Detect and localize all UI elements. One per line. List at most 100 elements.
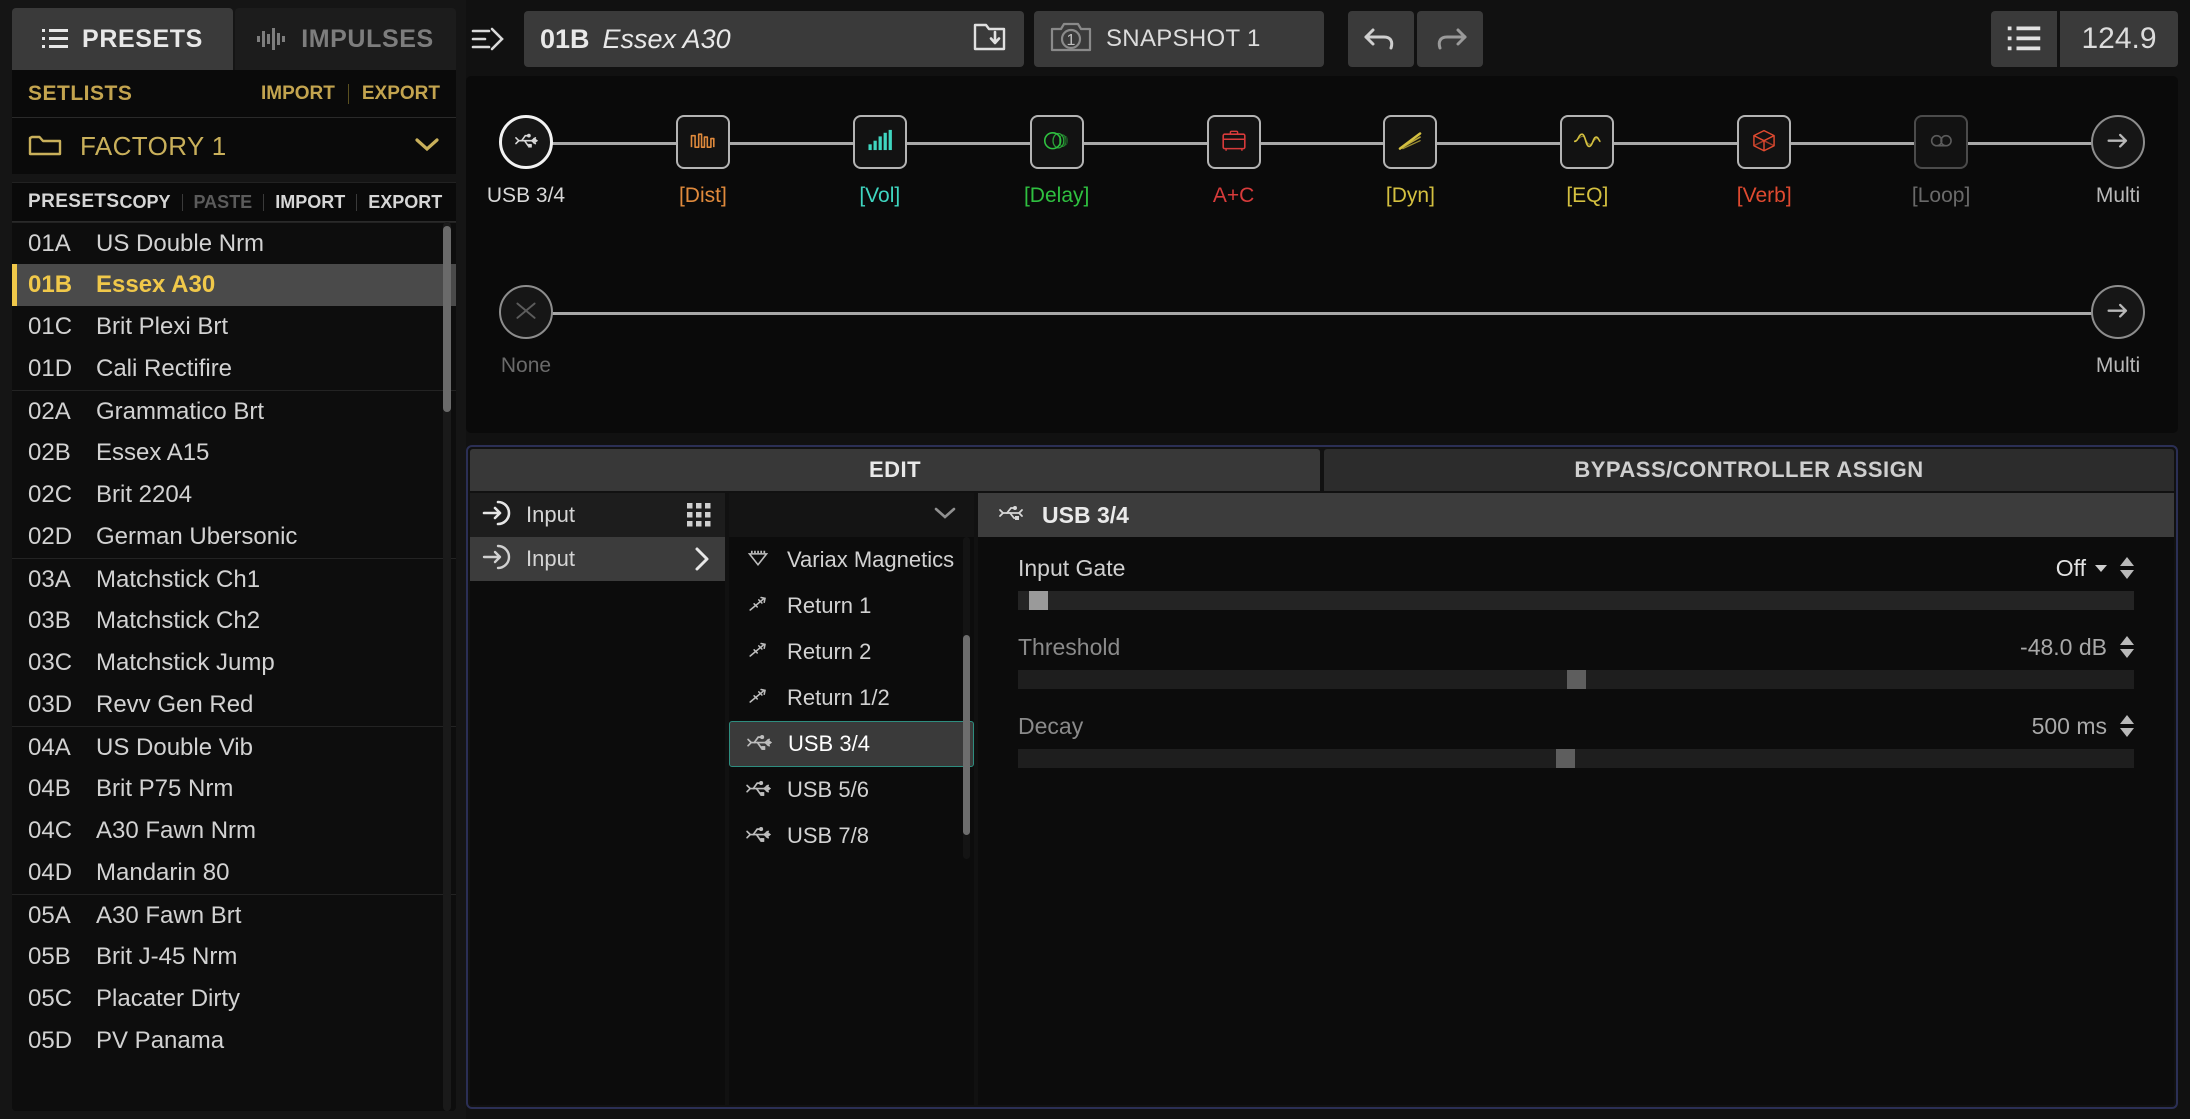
menu-item-usb-7-8[interactable]: USB 7/8 <box>729 813 974 859</box>
save-preset-icon[interactable] <box>972 20 1008 59</box>
volume-icon[interactable] <box>853 115 907 169</box>
preset-row[interactable]: 05DPV Panama <box>12 1020 456 1062</box>
preset-row[interactable]: 03BMatchstick Ch2 <box>12 600 456 642</box>
amp-cab-icon[interactable] <box>1207 115 1261 169</box>
parameter-slider[interactable] <box>1018 749 2134 768</box>
grid-icon[interactable] <box>687 503 711 527</box>
preset-scrollbar-thumb[interactable] <box>443 226 451 412</box>
output-arrow-icon[interactable] <box>2091 115 2145 169</box>
menu-item-return-2[interactable]: Return 2 <box>729 629 974 675</box>
flow-block-loop[interactable]: [Loop] <box>1881 96 2001 208</box>
preset-row[interactable]: 03CMatchstick Jump <box>12 642 456 684</box>
stepper-up-icon[interactable] <box>2120 557 2134 566</box>
preset-row[interactable]: 02CBrit 2204 <box>12 474 456 516</box>
tab-edit[interactable]: EDIT <box>470 449 1320 491</box>
flow-block-a-c[interactable]: A+C <box>1174 96 1294 208</box>
input-source-menu[interactable]: Variax MagneticsReturn 1Return 2Return 1… <box>729 493 974 1105</box>
presets-export-button[interactable]: EXPORT <box>368 192 442 213</box>
delay-icon[interactable] <box>1030 115 1084 169</box>
presets-paste-button[interactable]: PASTE <box>194 192 253 213</box>
redo-button[interactable] <box>1417 11 1483 67</box>
preset-row[interactable]: 05CPlacater Dirty <box>12 978 456 1020</box>
distortion-icon[interactable] <box>676 115 730 169</box>
chevron-right-icon[interactable] <box>693 545 711 573</box>
tab-bypass-controller-assign[interactable]: BYPASS/CONTROLLER ASSIGN <box>1324 449 2174 491</box>
presets-import-button[interactable]: IMPORT <box>275 192 345 213</box>
preset-row[interactable]: 05AA30 Fawn Brt <box>12 894 456 936</box>
parameter-slider[interactable] <box>1018 670 2134 689</box>
preset-row[interactable]: 03AMatchstick Ch1 <box>12 558 456 600</box>
setlists-export-button[interactable]: EXPORT <box>362 83 440 105</box>
preset-row[interactable]: 01CBrit Plexi Brt <box>12 306 456 348</box>
parameter-value[interactable]: -48.0 dB <box>2020 634 2107 661</box>
parameter-stepper[interactable] <box>2120 636 2134 658</box>
preset-row[interactable]: 04CA30 Fawn Nrm <box>12 810 456 852</box>
list-view-button[interactable] <box>1991 11 2057 67</box>
block-row-input-selected[interactable]: Input <box>470 537 725 581</box>
tab-impulses[interactable]: IMPULSES <box>235 8 456 70</box>
flow-block-vol[interactable]: [Vol] <box>820 96 940 208</box>
flow-block-verb[interactable]: [Verb] <box>1704 96 1824 208</box>
looper-icon[interactable] <box>1914 115 1968 169</box>
parameter-slider[interactable] <box>1018 591 2134 610</box>
preset-row[interactable]: 01AUS Double Nrm <box>12 222 456 264</box>
menu-item-usb-5-6[interactable]: USB 5/6 <box>729 767 974 813</box>
setlist-selector[interactable]: FACTORY 1 <box>12 118 456 174</box>
flow-block-delay[interactable]: [Delay] <box>997 96 1117 208</box>
flow-block-multi[interactable]: Multi <box>2058 266 2178 378</box>
flow-block-dist[interactable]: [Dist] <box>643 96 763 208</box>
preset-row[interactable]: 01DCali Rectifire <box>12 348 456 390</box>
dynamics-icon[interactable] <box>1383 115 1437 169</box>
preset-name-field[interactable]: 01B Essex A30 <box>524 11 1024 67</box>
slider-thumb[interactable] <box>1029 591 1048 610</box>
parameter-value[interactable]: Off <box>2056 555 2086 582</box>
flow-block-multi[interactable]: Multi <box>2058 96 2178 208</box>
tab-presets[interactable]: PRESETS <box>12 8 233 70</box>
stepper-down-icon[interactable] <box>2120 570 2134 579</box>
menu-item-variax-magnetics[interactable]: Variax Magnetics <box>729 537 974 583</box>
output-arrow-icon[interactable] <box>2091 285 2145 339</box>
presets-copy-button[interactable]: COPY <box>120 192 171 213</box>
stepper-up-icon[interactable] <box>2120 715 2134 724</box>
snapshot-selector[interactable]: 1 SNAPSHOT 1 <box>1034 11 1324 67</box>
preset-row[interactable]: 04DMandarin 80 <box>12 852 456 894</box>
chevron-down-icon[interactable] <box>414 136 440 157</box>
chevron-down-icon[interactable] <box>2095 565 2107 572</box>
stepper-down-icon[interactable] <box>2120 649 2134 658</box>
undo-button[interactable] <box>1348 11 1414 67</box>
preset-list[interactable]: 01AUS Double Nrm01BEssex A3001CBrit Plex… <box>12 222 456 1111</box>
preset-row[interactable]: 05BBrit J-45 Nrm <box>12 936 456 978</box>
preset-row[interactable]: 02AGrammatico Brt <box>12 390 456 432</box>
flow-block-dyn[interactable]: [Dyn] <box>1350 96 1470 208</box>
menu-item-return-1[interactable]: Return 1 <box>729 583 974 629</box>
parameter-value[interactable]: 500 ms <box>2032 713 2107 740</box>
stepper-up-icon[interactable] <box>2120 636 2134 645</box>
eq-icon[interactable] <box>1560 115 1614 169</box>
parameter-stepper[interactable] <box>2120 557 2134 579</box>
preset-row[interactable]: 02BEssex A15 <box>12 432 456 474</box>
menu-item-return-1-2[interactable]: Return 1/2 <box>729 675 974 721</box>
flow-block-usb-3-4[interactable]: USB 3/4 <box>466 96 586 208</box>
preset-row[interactable]: 03DRevv Gen Red <box>12 684 456 726</box>
flow-block-eq[interactable]: [EQ] <box>1527 96 1647 208</box>
menu-item-usb-3-4[interactable]: USB 3/4 <box>729 721 974 767</box>
preset-row[interactable]: 01BEssex A30 <box>12 264 456 306</box>
signal-flow-view[interactable]: USB 3/4 [Dist] [Vol] [Delay] A+C [Dyn] [EQ] [Ve… <box>466 76 2178 433</box>
preset-row[interactable]: 04BBrit P75 Nrm <box>12 768 456 810</box>
preset-menu-icon[interactable] <box>466 11 514 67</box>
flow-block-none[interactable]: None <box>466 266 586 378</box>
tempo-display[interactable]: 124.9 <box>2060 11 2178 67</box>
setlists-import-button[interactable]: IMPORT <box>261 83 335 105</box>
preset-row[interactable]: 02DGerman Ubersonic <box>12 516 456 558</box>
none-x-icon[interactable] <box>499 285 553 339</box>
reverb-icon[interactable] <box>1737 115 1791 169</box>
menu-collapse-button[interactable] <box>729 493 974 537</box>
menu-scrollbar-thumb[interactable] <box>963 635 970 835</box>
usb-icon[interactable] <box>499 115 553 169</box>
block-row-input-header[interactable]: Input <box>470 493 725 537</box>
parameter-stepper[interactable] <box>2120 715 2134 737</box>
preset-row[interactable]: 04AUS Double Vib <box>12 726 456 768</box>
stepper-down-icon[interactable] <box>2120 728 2134 737</box>
slider-thumb[interactable] <box>1567 670 1586 689</box>
slider-thumb[interactable] <box>1556 749 1575 768</box>
